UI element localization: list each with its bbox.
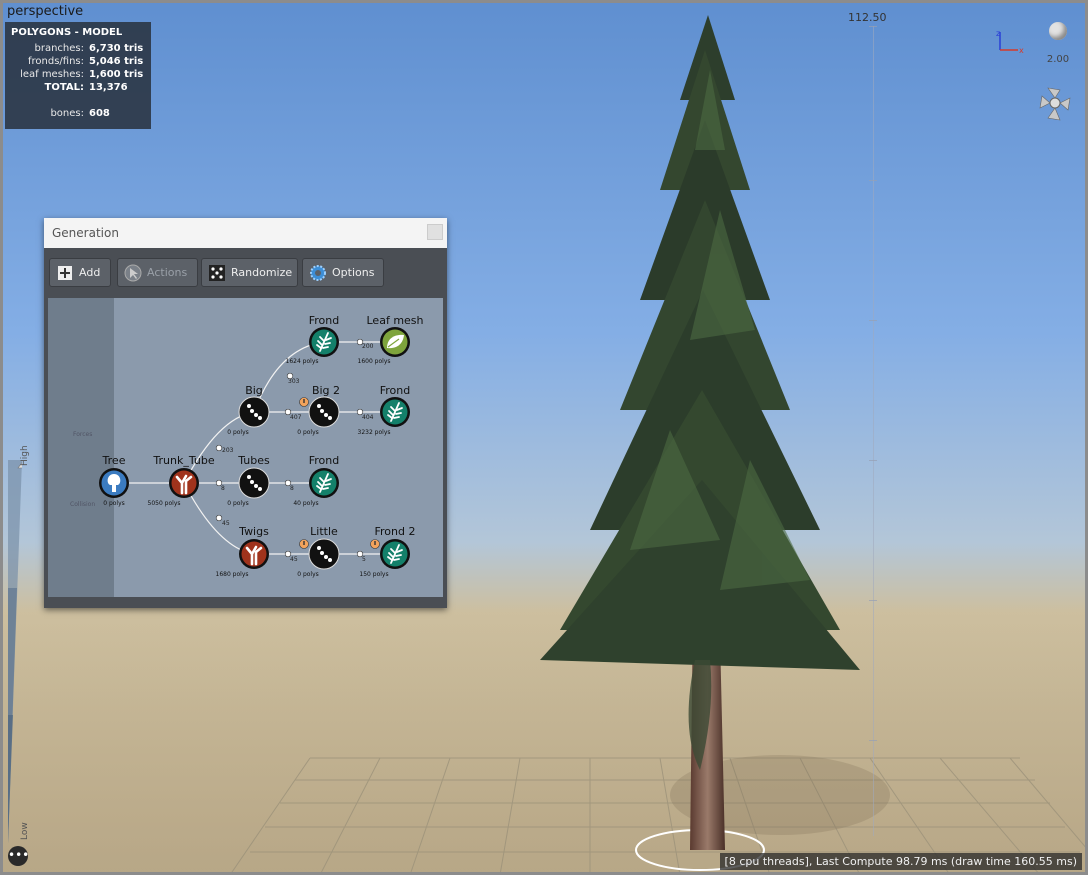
- stat-value: 6,730 tris: [89, 43, 144, 54]
- edge-label: 8: [290, 485, 294, 492]
- node-label: Little: [310, 525, 338, 538]
- node-polys: 0 polys: [103, 500, 125, 507]
- edge-label: 200: [362, 343, 374, 350]
- stat-row-leaf-meshes: leaf meshes: 1,600 tris: [11, 68, 145, 81]
- edge-label: 45: [222, 520, 230, 527]
- polygon-stats-title: POLYGONS - MODEL: [11, 27, 123, 38]
- node-polys: 1680 polys: [215, 571, 249, 578]
- branch-node-icon: [239, 539, 269, 569]
- stat-label: fronds/fins:: [27, 56, 84, 67]
- dark-node-icon: [308, 396, 340, 428]
- branch-node-icon: [169, 468, 199, 498]
- node-polys: 0 polys: [297, 571, 319, 578]
- node-label: Frond: [308, 454, 340, 467]
- edge-label: 404: [362, 414, 374, 421]
- generation-toolbar: Add Actions Randomize Options: [44, 248, 447, 294]
- camera-widget[interactable]: 2.00: [1040, 22, 1076, 65]
- options-button[interactable]: Options: [302, 258, 384, 287]
- stat-row-branches: branches: 6,730 tris: [11, 42, 145, 55]
- node-label: Twigs: [239, 525, 269, 538]
- stat-label: bones:: [50, 108, 84, 119]
- stat-value: 5,046 tris: [89, 56, 144, 67]
- dark-node-icon: [238, 467, 270, 499]
- node-polys: 1624 polys: [285, 358, 319, 365]
- frond-node-icon: [380, 539, 410, 569]
- stat-row-bones: bones: 608: [11, 107, 145, 120]
- node-polys: 40 polys: [293, 500, 319, 507]
- frond-node-icon: [309, 468, 339, 498]
- generation-titlebar[interactable]: Generation: [44, 218, 447, 248]
- add-button[interactable]: Add: [49, 258, 111, 287]
- more-menu-button[interactable]: •••: [8, 846, 29, 866]
- node-graph-canvas[interactable]: Forces Collision 203 303 407 200 404 8 8…: [48, 298, 443, 597]
- wind-fan-icon[interactable]: [1038, 86, 1072, 124]
- close-button[interactable]: [427, 224, 443, 240]
- svg-text:z: z: [996, 29, 1000, 38]
- gear-icon: [309, 264, 327, 282]
- node-polys: 1600 polys: [357, 358, 391, 365]
- lod-slider[interactable]: [8, 460, 22, 843]
- randomize-label: Randomize: [231, 266, 293, 279]
- camera-ball-icon: [1049, 22, 1067, 40]
- frond-node-icon: [380, 397, 410, 427]
- axis-gizmo-icon: z x: [996, 29, 1024, 55]
- node-label: Tree: [102, 454, 126, 467]
- node-polys: 5050 polys: [147, 500, 181, 507]
- node-label: Tubes: [238, 454, 270, 467]
- stat-value: 608: [89, 108, 110, 119]
- edge-label: 203: [222, 447, 234, 454]
- status-bar: [8 cpu threads], Last Compute 98.79 ms (…: [719, 853, 1082, 870]
- randomize-button[interactable]: Randomize: [201, 258, 298, 287]
- stat-row-total: TOTAL: 13,376: [11, 81, 145, 94]
- add-node-icon: [56, 264, 74, 282]
- lod-low-label: Low: [20, 822, 30, 840]
- leaf-node-icon: [380, 327, 410, 357]
- actions-cursor-icon: [124, 264, 142, 282]
- stat-value: 13,376: [89, 82, 128, 93]
- dark-node-icon: [308, 538, 340, 570]
- edge-label: 45: [290, 556, 298, 563]
- dice-icon: [208, 264, 226, 282]
- actions-button[interactable]: Actions: [117, 258, 198, 287]
- options-label: Options: [332, 266, 375, 279]
- node-label: Trunk_Tube: [153, 454, 215, 467]
- node-polys: 0 polys: [297, 429, 319, 436]
- node-polys: 150 polys: [359, 571, 389, 578]
- edge-label: 407: [290, 414, 302, 421]
- viewport-label: perspective: [7, 4, 84, 19]
- stat-value: 1,600 tris: [89, 69, 144, 80]
- node-polys: 0 polys: [227, 500, 249, 507]
- warning-badge-icon: [299, 397, 309, 407]
- dark-node-icon: [238, 396, 270, 428]
- lod-high-label: High: [20, 445, 30, 466]
- polygon-stats-panel: POLYGONS - MODEL branches: 6,730 tris fr…: [5, 22, 151, 129]
- stat-row-fronds: fronds/fins: 5,046 tris: [11, 55, 145, 68]
- generation-panel: Generation Add Actions Randomize Options…: [44, 218, 447, 608]
- edge-label: 5: [362, 556, 366, 563]
- tree-node-icon: [99, 468, 129, 498]
- warning-badge-icon: [370, 539, 380, 549]
- node-polys: 0 polys: [227, 429, 249, 436]
- edge-label: 303: [288, 378, 300, 385]
- node-polys: 3232 polys: [357, 429, 391, 436]
- warning-badge-icon: [299, 539, 309, 549]
- generation-title: Generation: [52, 226, 119, 240]
- tree-model[interactable]: [520, 10, 880, 860]
- stat-label: leaf meshes:: [20, 69, 84, 80]
- actions-label: Actions: [147, 266, 188, 279]
- frond-node-icon: [309, 327, 339, 357]
- svg-text:x: x: [1019, 46, 1024, 55]
- add-label: Add: [79, 266, 101, 279]
- edge-label: 8: [221, 485, 225, 492]
- stat-label: TOTAL:: [44, 82, 84, 93]
- stat-label: branches:: [34, 43, 85, 54]
- node-label: Frond 2: [374, 525, 416, 538]
- camera-value: 2.00: [1046, 54, 1070, 65]
